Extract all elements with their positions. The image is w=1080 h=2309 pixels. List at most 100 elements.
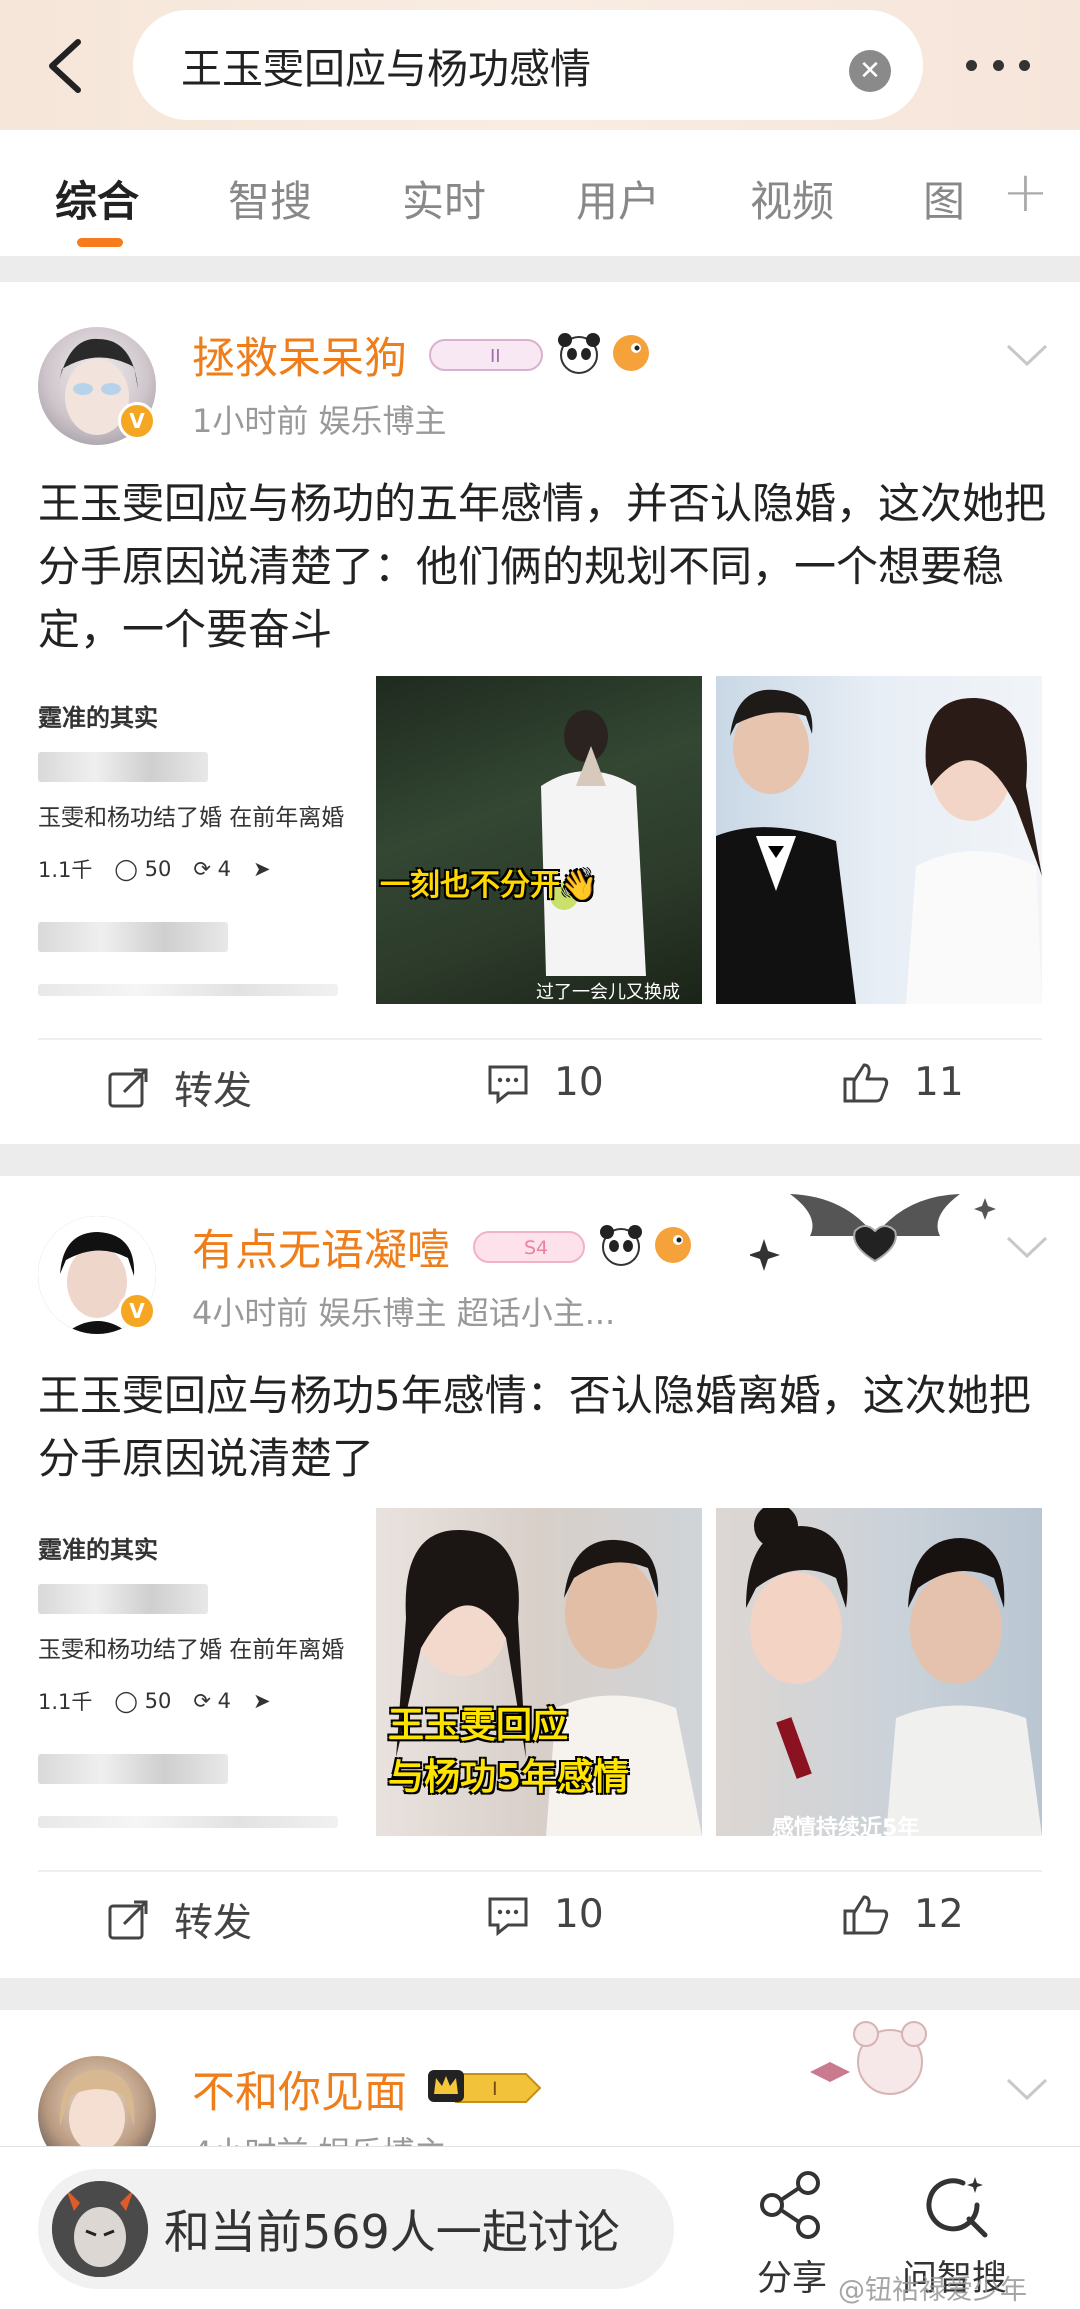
svg-text:II: II	[490, 346, 501, 367]
blurred-text	[38, 922, 228, 952]
clear-icon[interactable]: ✕	[849, 50, 891, 92]
tab-users[interactable]: 用户	[576, 168, 660, 229]
thumbs-up-icon	[843, 1895, 889, 1934]
add-tab-icon[interactable]: +	[1002, 160, 1049, 225]
repost-label: 转发	[174, 1901, 253, 1946]
post-card[interactable]: 不和你见面 I 4小时前 娱乐博主	[0, 2010, 1080, 2146]
post-meta: 4小时前 娱乐博主	[192, 2128, 447, 2146]
post-card[interactable]: V 拯救呆呆狗 II 1小时前 娱乐博主 王玉雯回应与杨功的五年感情，并否认隐婚…	[0, 282, 1080, 1144]
fish-icon	[613, 335, 649, 371]
screenshot-like-count: 1.1千	[38, 1690, 93, 1714]
blurred-text	[38, 984, 338, 996]
post-image-screenshot[interactable]: 霆准的其实 玉雯和杨功结了婚 在前年离婚 1.1千 ◯ 50 ⟳ 4 ➤	[38, 676, 362, 1004]
screenshot-text-line: 玉雯和杨功结了婚 在前年离婚	[38, 805, 345, 831]
post-username[interactable]: 不和你见面	[192, 2058, 407, 2120]
blurred-text	[38, 1816, 338, 1828]
post-meta: 4小时前 娱乐博主 超话小主...	[192, 1294, 616, 1332]
panda-icon	[558, 333, 600, 374]
comment-button[interactable]: 10	[486, 1060, 604, 1105]
panda-icon	[600, 1225, 642, 1266]
post-image-photo[interactable]: 王玉雯回应 与杨功5年感情	[376, 1508, 702, 1836]
comment-button[interactable]: 10	[486, 1892, 604, 1937]
avatar[interactable]	[38, 2056, 156, 2146]
post-image-photo[interactable]	[716, 676, 1042, 1004]
video-caption: 感情持续近5年	[772, 1816, 920, 1836]
share-icon	[760, 2171, 820, 2239]
repost-button[interactable]: 转发	[106, 1060, 252, 1116]
verified-badge-icon: V	[118, 1292, 156, 1330]
discussion-entry[interactable]: 和当前569人一起讨论	[38, 2169, 674, 2289]
heart-wings-decoration-icon	[750, 1194, 996, 1271]
comment-icon	[488, 1065, 528, 1104]
post-text[interactable]: 王玉雯回应与杨功的五年感情，并否认隐婚，这次她把分手原因说清楚了：他们俩的规划不…	[38, 472, 1048, 661]
screenshot-repost-count: 4	[217, 857, 231, 881]
share-label: 分享	[756, 2259, 827, 2299]
post-meta: 1小时前 娱乐博主	[192, 402, 447, 440]
post-image-photo[interactable]: 一刻也不分开👋 过了一会儿又换成	[376, 676, 702, 1004]
post-text[interactable]: 王玉雯回应与杨功5年感情：否认隐婚离婚，这次她把分手原因说清楚了	[38, 1364, 1048, 1490]
repost-label: 转发	[174, 1069, 253, 1114]
back-arrow-icon[interactable]	[40, 36, 90, 96]
discussion-label: 和当前569人一起讨论	[164, 2205, 620, 2259]
tab-realtime[interactable]: 实时	[402, 168, 486, 229]
active-tab-indicator	[77, 238, 123, 247]
tab-videos[interactable]: 视频	[750, 168, 834, 229]
divider	[38, 1870, 1042, 1872]
chevron-down-icon[interactable]	[1004, 340, 1050, 370]
screenshot-repost-count: 4	[217, 1689, 231, 1713]
comment-icon	[488, 1897, 528, 1936]
screenshot-like-count: 1.1千	[38, 858, 93, 882]
avatar	[52, 2181, 148, 2277]
screenshot-comment-count: 50	[144, 1689, 172, 1713]
more-icon[interactable]	[966, 50, 1030, 80]
post-image-photo[interactable]: 感情持续近5年	[716, 1508, 1042, 1836]
post-username[interactable]: 有点无语凝噎	[192, 1216, 450, 1278]
post-username[interactable]: 拯救呆呆狗	[192, 324, 407, 386]
screenshot-stats: 1.1千 ◯ 50 ⟳ 4 ➤	[38, 854, 271, 884]
post-image-screenshot[interactable]: 霆准的其实 玉雯和杨功结了婚 在前年离婚 1.1千 ◯ 50 ⟳ 4 ➤	[38, 1508, 362, 1836]
share-button[interactable]: 分享	[756, 2169, 828, 2301]
tab-comprehensive[interactable]: 综合	[55, 168, 139, 229]
repost-button[interactable]: 转发	[106, 1892, 252, 1948]
post-card[interactable]: V 有点无语凝噎 S4 4小时前 娱乐博主 超话小主... 王玉雯回应与杨功5年…	[0, 1176, 1080, 1978]
top-header: 王玉雯回应与杨功感情 ✕	[0, 0, 1080, 130]
video-subcaption: 过了一会儿又换成	[536, 982, 680, 1003]
blurred-text	[38, 1584, 208, 1614]
like-button[interactable]: 11	[842, 1060, 964, 1105]
tab-images[interactable]: 图	[923, 168, 965, 229]
screenshot-comment-count: 50	[144, 857, 172, 881]
video-caption: 一刻也不分开👋	[380, 868, 598, 903]
video-caption: 与杨功5年感情	[388, 1757, 630, 1798]
fish-icon	[655, 1227, 691, 1263]
level-badge-icon: S4	[473, 1231, 585, 1263]
thumbs-up-icon	[843, 1063, 889, 1102]
screenshot-text-line: 玉雯和杨功结了婚 在前年离婚	[38, 1637, 345, 1663]
verified-badge-icon: V	[118, 402, 156, 440]
search-query[interactable]: 王玉雯回应与杨功感情	[181, 35, 591, 95]
crown-badge-icon: I	[428, 2070, 542, 2103]
comment-count: 10	[554, 1892, 604, 1937]
screenshot-stats: 1.1千 ◯ 50 ⟳ 4 ➤	[38, 1686, 271, 1716]
screenshot-text-line: 霆准的其实	[38, 704, 158, 732]
smart-search-icon	[926, 2177, 987, 2238]
comment-count: 10	[554, 1060, 604, 1105]
chevron-down-icon[interactable]	[1004, 2074, 1050, 2104]
blurred-text	[38, 1754, 228, 1784]
bear-decoration-icon	[810, 2021, 927, 2095]
like-button[interactable]: 12	[842, 1892, 964, 1937]
watermark: @钮祜禄爱少年	[838, 2275, 1027, 2306]
screenshot-text-line: 霆准的其实	[38, 1536, 158, 1564]
divider	[38, 1038, 1042, 1040]
video-caption: 王玉雯回应	[388, 1705, 569, 1746]
svg-text:I: I	[492, 2078, 498, 2100]
chevron-down-icon[interactable]	[1004, 1232, 1050, 1262]
tab-smart-search[interactable]: 智搜	[228, 168, 312, 229]
blurred-text	[38, 752, 208, 782]
svg-text:S4: S4	[524, 1237, 548, 1259]
level-badge-icon: II	[429, 339, 543, 371]
search-input[interactable]: 王玉雯回应与杨功感情 ✕	[133, 10, 923, 120]
like-count: 12	[914, 1892, 964, 1937]
repost-icon	[108, 1068, 148, 1108]
repost-icon	[108, 1900, 148, 1940]
like-count: 11	[914, 1060, 964, 1105]
